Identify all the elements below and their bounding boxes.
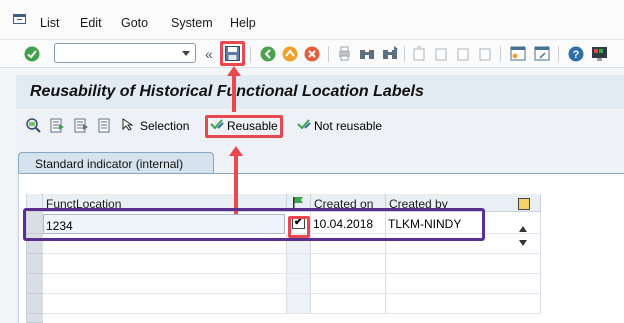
select-all-icon[interactable] — [50, 118, 65, 133]
annotation-arrowhead-reusable — [229, 146, 243, 156]
row-selector[interactable] — [27, 254, 43, 274]
empty-cell — [386, 294, 541, 314]
toolbar-separator — [404, 46, 405, 62]
save-highlight-box — [220, 41, 245, 66]
reusable-highlight-box — [205, 115, 283, 138]
toolbar-separator — [328, 46, 329, 62]
empty-cell — [311, 294, 386, 314]
selection-label: Selection — [140, 119, 190, 133]
scroll-down-icon[interactable] — [519, 240, 527, 246]
empty-cell — [287, 294, 311, 314]
empty-cell — [43, 254, 287, 274]
detail-icon[interactable] — [26, 118, 41, 133]
menu-edit[interactable]: Edit — [80, 16, 102, 30]
annotation-arrow-up-reusable — [234, 156, 238, 214]
help-icon[interactable]: ? — [566, 44, 585, 63]
menu-goto[interactable]: Goto — [121, 16, 148, 30]
selection-button[interactable]: Selection — [122, 118, 189, 133]
empty-cell — [311, 274, 386, 294]
svg-text:?: ? — [572, 49, 579, 61]
tab-standard-indicator[interactable]: Standard indicator (internal) — [18, 152, 214, 174]
menu-bar: List Edit Goto System Help — [0, 0, 624, 40]
customize-layout-icon[interactable] — [590, 44, 609, 63]
back-icon[interactable] — [258, 44, 277, 63]
annotation-arrow-up-save — [232, 74, 236, 112]
chevron-down-icon[interactable] — [182, 51, 190, 56]
previous-page-icon[interactable] — [432, 44, 451, 63]
deselect-all-icon[interactable] — [98, 118, 113, 133]
create-session-icon[interactable] — [508, 44, 527, 63]
menu-icon[interactable] — [13, 14, 26, 24]
row-highlight-box — [23, 208, 485, 241]
collapse-chevron-icon[interactable]: « — [205, 46, 213, 62]
annotation-arrowhead-save — [227, 66, 241, 76]
select-block-icon[interactable] — [74, 118, 89, 133]
empty-cell — [43, 274, 287, 294]
standard-toolbar: « ? — [0, 40, 624, 68]
menu-list[interactable]: List — [40, 16, 59, 30]
next-page-icon[interactable] — [454, 44, 473, 63]
menu-system[interactable]: System — [171, 16, 213, 30]
cancel-icon[interactable] — [302, 44, 321, 63]
row-selector[interactable] — [27, 274, 43, 294]
empty-cell — [311, 254, 386, 274]
exit-icon[interactable] — [280, 44, 299, 63]
row-selector[interactable] — [27, 314, 43, 323]
find-icon[interactable] — [357, 44, 376, 63]
check-icon[interactable] — [22, 44, 41, 63]
empty-cell — [386, 254, 541, 274]
scroll-up-icon[interactable] — [519, 226, 527, 232]
last-page-icon[interactable] — [476, 44, 495, 63]
empty-cell — [43, 294, 287, 314]
cursor-icon — [122, 118, 134, 131]
empty-cell — [287, 254, 311, 274]
not-reusable-button[interactable]: Not reusable — [297, 118, 387, 133]
toolbar-separator — [500, 46, 501, 62]
empty-cell — [386, 274, 541, 294]
title-bar: Reusability of Historical Functional Loc… — [16, 75, 624, 109]
print-icon[interactable] — [335, 44, 354, 63]
menu-help[interactable]: Help — [230, 16, 256, 30]
page-title: Reusability of Historical Functional Loc… — [30, 83, 424, 100]
find-next-icon[interactable] — [380, 44, 399, 63]
application-toolbar: Selection Reusable Not reusable — [16, 110, 624, 140]
column-settings-icon[interactable] — [518, 198, 530, 210]
empty-cell — [287, 274, 311, 294]
command-field[interactable] — [54, 43, 196, 63]
checkmark-pencil-icon — [297, 119, 311, 130]
shortcut-icon[interactable] — [532, 44, 551, 63]
row-selector[interactable] — [27, 294, 43, 314]
toolbar-separator — [558, 46, 559, 62]
toolbar-separator — [250, 46, 251, 62]
first-page-icon[interactable] — [410, 44, 429, 63]
not-reusable-label: Not reusable — [314, 119, 383, 133]
